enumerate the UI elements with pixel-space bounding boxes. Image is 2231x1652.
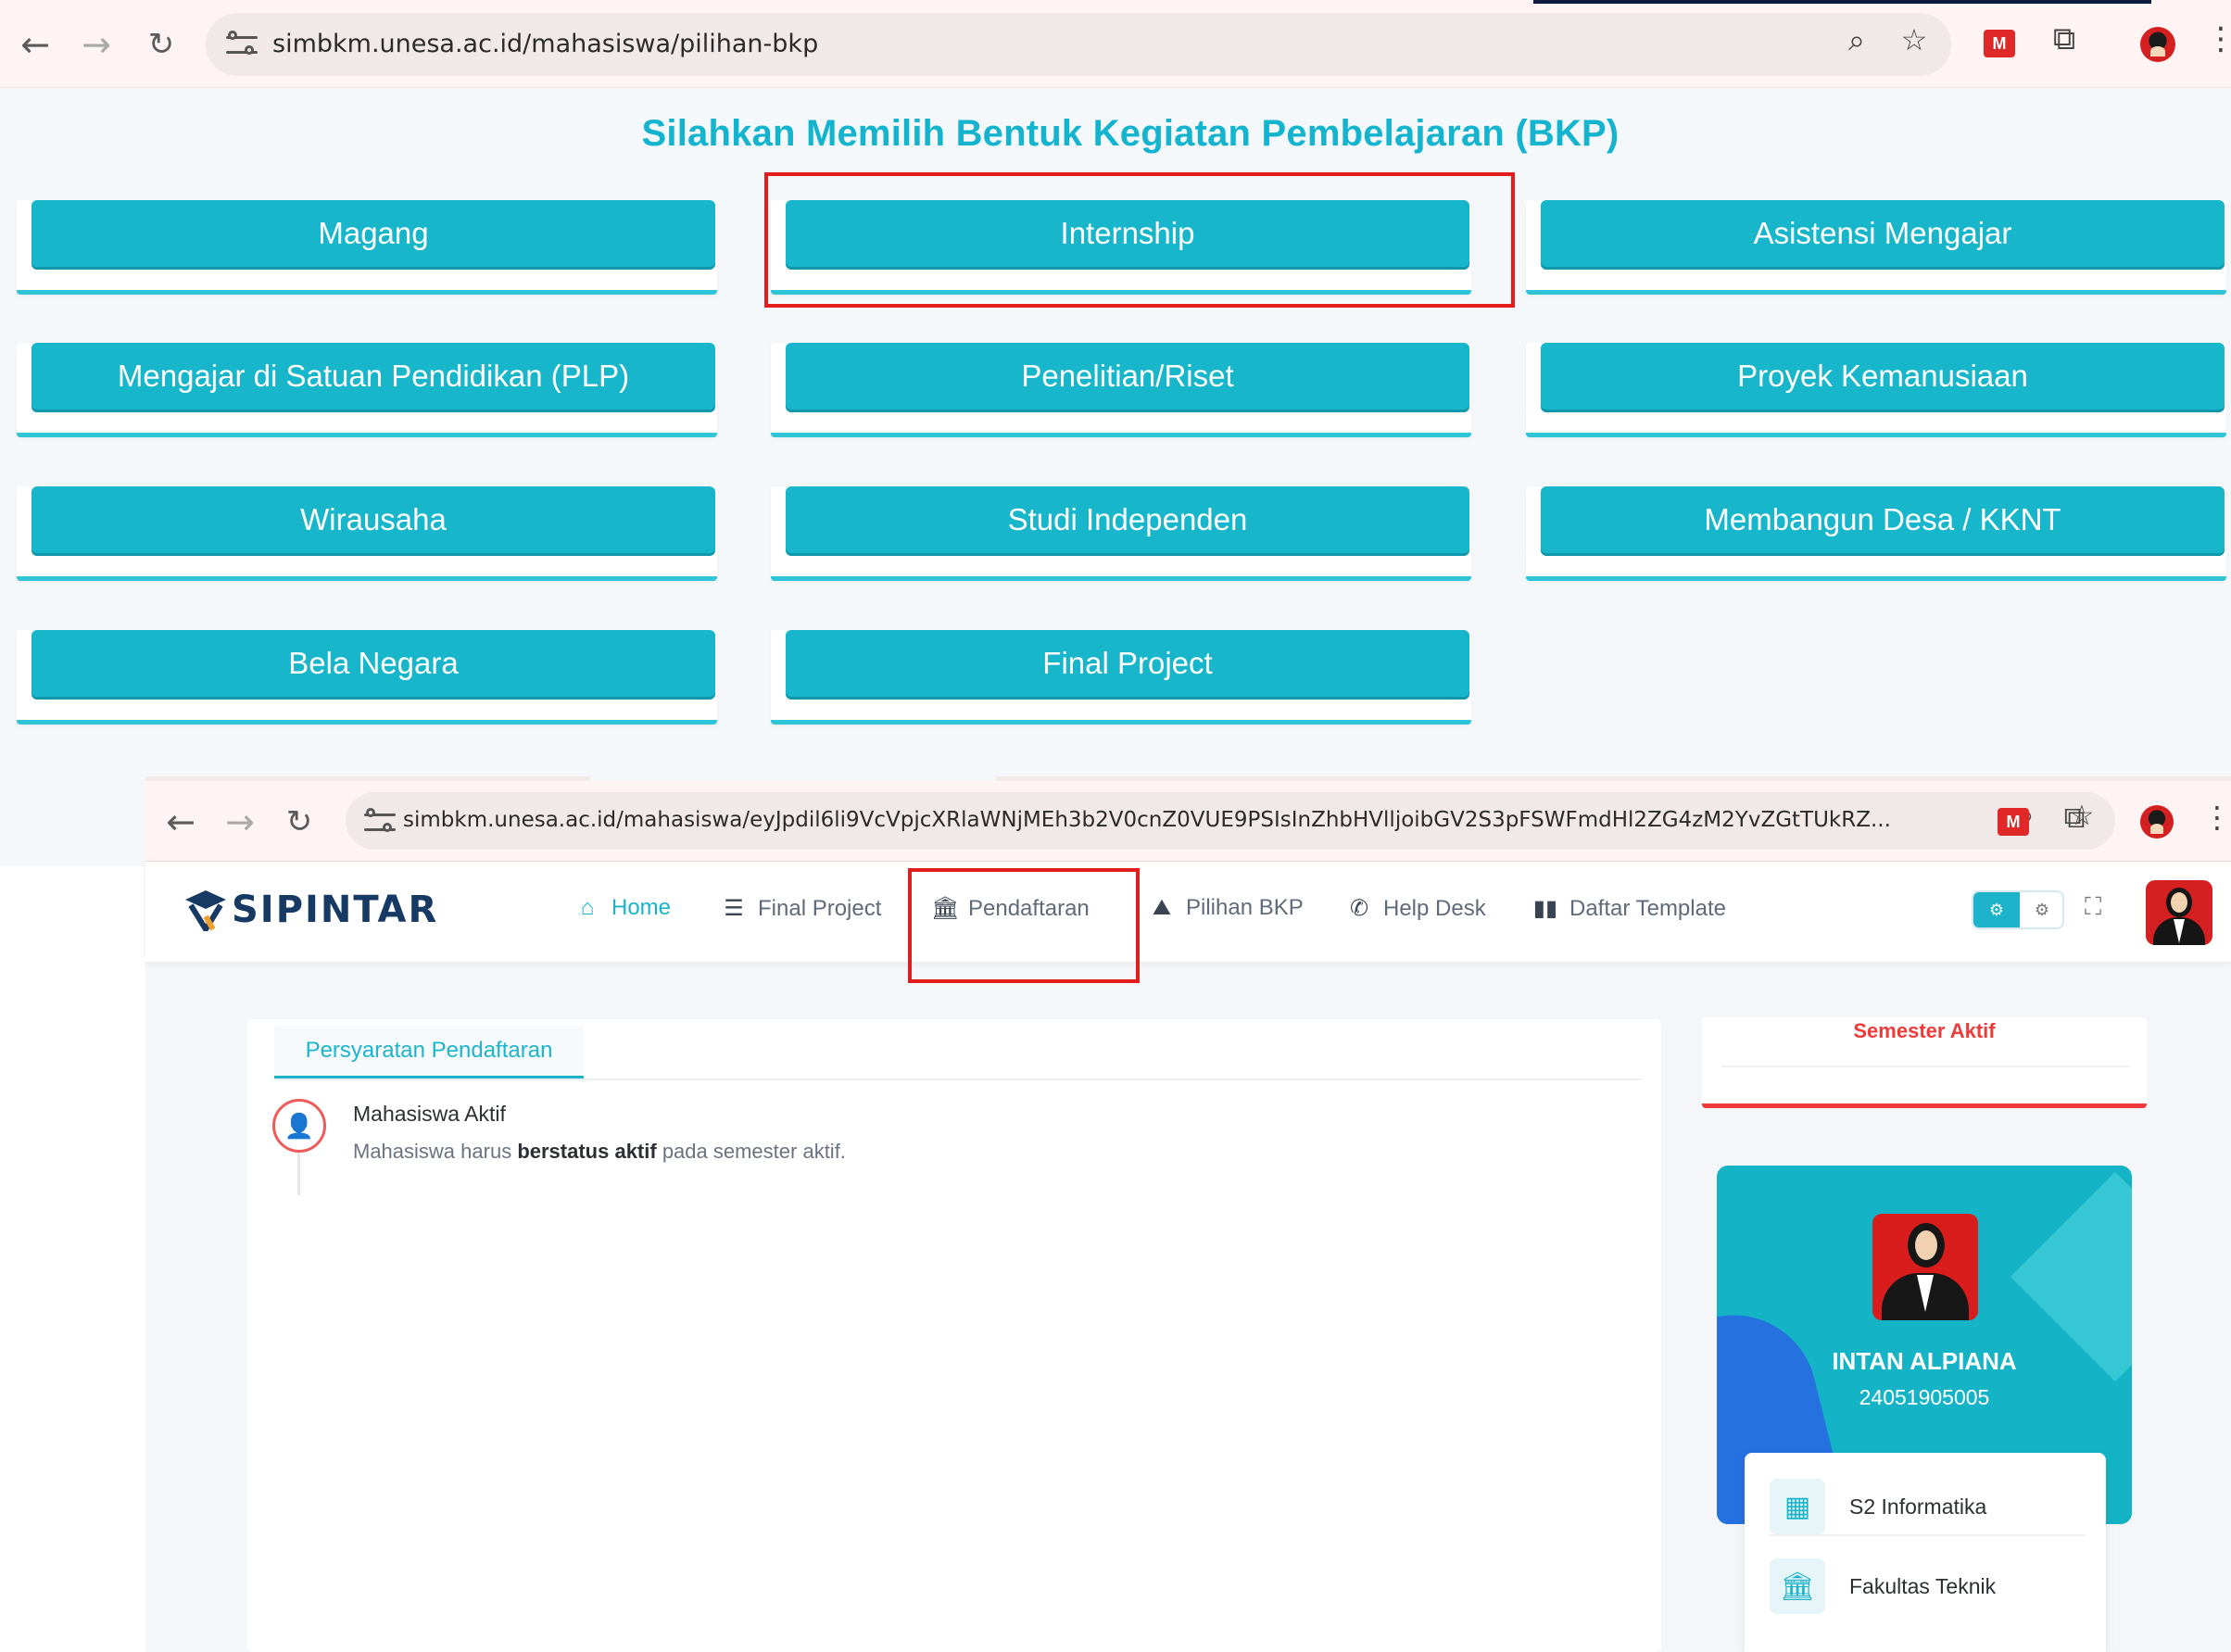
bkp-option-final-project[interactable]: Final Project: [786, 630, 1469, 697]
bkp-card-asistensi: Asistensi Mengajar: [1526, 200, 2226, 295]
url-text[interactable]: simbkm.unesa.ac.id/mahasiswa/pilihan-bkp: [272, 30, 818, 58]
student-name: INTAN ALPIANA: [1832, 1347, 2017, 1375]
extension-icon[interactable]: M: [1984, 30, 2015, 57]
nav-pilihan-bkp-label: Pilihan BKP: [1186, 895, 1304, 920]
home-icon: ⌂: [580, 895, 595, 920]
bkp-option-membangun-desa[interactable]: Membangun Desa / KKNT: [1541, 486, 2225, 553]
zoom-icon[interactable]: ⌕: [1836, 22, 1877, 58]
light-mode-icon[interactable]: ⚙: [1973, 892, 2020, 927]
semester-title: Semester Aktif: [1853, 1019, 1996, 1042]
list-icon: ☰: [724, 896, 744, 921]
profile-avatar-icon[interactable]: [2140, 805, 2174, 839]
requirement-title: Mahasiswa Aktif: [353, 1102, 506, 1126]
road-icon: ⛰: [1152, 895, 1172, 920]
bkp-card-final-project: Final Project: [771, 630, 1471, 725]
profile-avatar-icon[interactable]: [2140, 27, 2175, 62]
semester-divider: [1721, 1066, 2129, 1067]
url-text[interactable]: simbkm.unesa.ac.id/mahasiswa/eyJpdil6li9…: [403, 808, 1891, 832]
nav-help-desk-label: Help Desk: [1383, 895, 1486, 921]
reload-icon[interactable]: ↻: [139, 22, 183, 67]
bkp-card-penelitian: Penelitian/Riset: [771, 343, 1471, 437]
dark-mode-icon[interactable]: ⚙: [2022, 892, 2062, 927]
tab-divider: [274, 1078, 1642, 1080]
tab-strip-indicator: [1533, 0, 2151, 4]
extensions-puzzle-icon[interactable]: ⧉: [2042, 20, 2086, 57]
nav-home[interactable]: ⌂ Home: [574, 895, 671, 921]
browser-toolbar-top: ← → ↻ simbkm.unesa.ac.id/mahasiswa/pilih…: [0, 0, 2231, 88]
reload-icon[interactable]: ↻: [277, 800, 321, 844]
extension-icon[interactable]: M: [1998, 808, 2029, 836]
user-avatar[interactable]: [2146, 880, 2212, 945]
highlight-box-internship: [764, 172, 1515, 308]
bkp-card-bela-negara: Bela Negara: [17, 630, 717, 725]
back-arrow-icon[interactable]: ←: [13, 22, 57, 67]
bkp-option-bela-negara[interactable]: Bela Negara: [32, 630, 715, 697]
user-check-icon: 👤: [272, 1099, 326, 1153]
bkp-card-plp: Mengajar di Satuan Pendidikan (PLP): [17, 343, 717, 437]
bkp-card-magang: Magang: [17, 200, 717, 295]
highlight-box-pendaftaran: [908, 868, 1140, 983]
bkp-card-proyek: Proyek Kemanusiaan: [1526, 343, 2226, 437]
bookmark-star-icon[interactable]: ☆: [1894, 22, 1935, 57]
tab-persyaratan-pendaftaran[interactable]: Persyaratan Pendaftaran: [274, 1026, 584, 1079]
phone-icon: ✆: [1349, 896, 1369, 921]
app-logo[interactable]: SIPINTAR: [185, 887, 439, 935]
bkp-option-wirausaha[interactable]: Wirausaha: [32, 486, 715, 553]
student-nim: 24051905005: [1859, 1385, 1990, 1409]
building-icon: ▦: [1770, 1479, 1825, 1534]
profile-photo: [1872, 1214, 1978, 1320]
bkp-option-asistensi-mengajar[interactable]: Asistensi Mengajar: [1541, 200, 2225, 267]
more-menu-icon[interactable]: ⋮: [2205, 20, 2231, 57]
forward-arrow-icon[interactable]: →: [74, 22, 119, 67]
forward-arrow-icon[interactable]: →: [218, 800, 262, 844]
browser-toolbar-bottom: ← → ↻ simbkm.unesa.ac.id/mahasiswa/eyJpd…: [145, 781, 2231, 862]
book-icon: ▮▮: [1532, 896, 1558, 921]
nav-pilihan-bkp[interactable]: ⛰ Pilihan BKP: [1149, 895, 1304, 921]
brand-name: SIPINTAR: [232, 889, 439, 931]
address-bar[interactable]: simbkm.unesa.ac.id/mahasiswa/pilihan-bkp…: [206, 13, 1951, 76]
extensions-puzzle-icon[interactable]: ⧉: [2052, 800, 2097, 836]
address-bar[interactable]: simbkm.unesa.ac.id/mahasiswa/eyJpdil6li9…: [346, 792, 2115, 850]
bkp-card-studi: Studi Independen: [771, 486, 1471, 581]
site-settings-icon[interactable]: [364, 808, 396, 836]
more-menu-icon[interactable]: ⋮: [2202, 800, 2231, 835]
program-text: S2 Informatika: [1849, 1494, 1987, 1519]
bkp-card-wirausaha: Wirausaha: [17, 486, 717, 581]
bkp-option-magang[interactable]: Magang: [32, 200, 715, 267]
faculty-text: Fakultas Teknik: [1849, 1573, 1997, 1598]
bkp-title: Silahkan Memilih Bentuk Kegiatan Pembela…: [641, 113, 1620, 154]
info-program: ▦ S2 Informatika: [1770, 1479, 1986, 1534]
institution-icon: 🏛: [1770, 1558, 1825, 1614]
nav-help-desk[interactable]: ✆ Help Desk: [1346, 895, 1486, 922]
nav-daftar-template[interactable]: ▮▮ Daftar Template: [1532, 895, 1726, 922]
back-arrow-icon[interactable]: ←: [158, 800, 203, 844]
bkp-option-penelitian-riset[interactable]: Penelitian/Riset: [786, 343, 1469, 410]
requirement-description: Mahasiswa harus berstatus aktif pada sem…: [353, 1140, 846, 1163]
bkp-card-desa: Membangun Desa / KKNT: [1526, 486, 2226, 581]
graduation-cap-icon: [185, 889, 226, 935]
nav-home-label: Home: [611, 895, 672, 920]
bkp-option-plp[interactable]: Mengajar di Satuan Pendidikan (PLP): [32, 343, 715, 410]
theme-toggle[interactable]: ⚙ ⚙: [1972, 890, 2064, 929]
nav-daftar-template-label: Daftar Template: [1569, 895, 1726, 921]
bkp-option-proyek-kemanusiaan[interactable]: Proyek Kemanusiaan: [1541, 343, 2225, 410]
fullscreen-icon[interactable]: ⛶: [2085, 893, 2112, 921]
site-settings-icon[interactable]: [226, 31, 258, 58]
nav-final-project[interactable]: ☰ Final Project: [721, 895, 881, 922]
info-divider: [1770, 1534, 2085, 1536]
nav-final-project-label: Final Project: [758, 895, 882, 921]
info-faculty: 🏛 Fakultas Teknik: [1770, 1558, 1996, 1614]
bkp-option-studi-independen[interactable]: Studi Independen: [786, 486, 1469, 553]
timeline-line: [297, 1153, 300, 1195]
